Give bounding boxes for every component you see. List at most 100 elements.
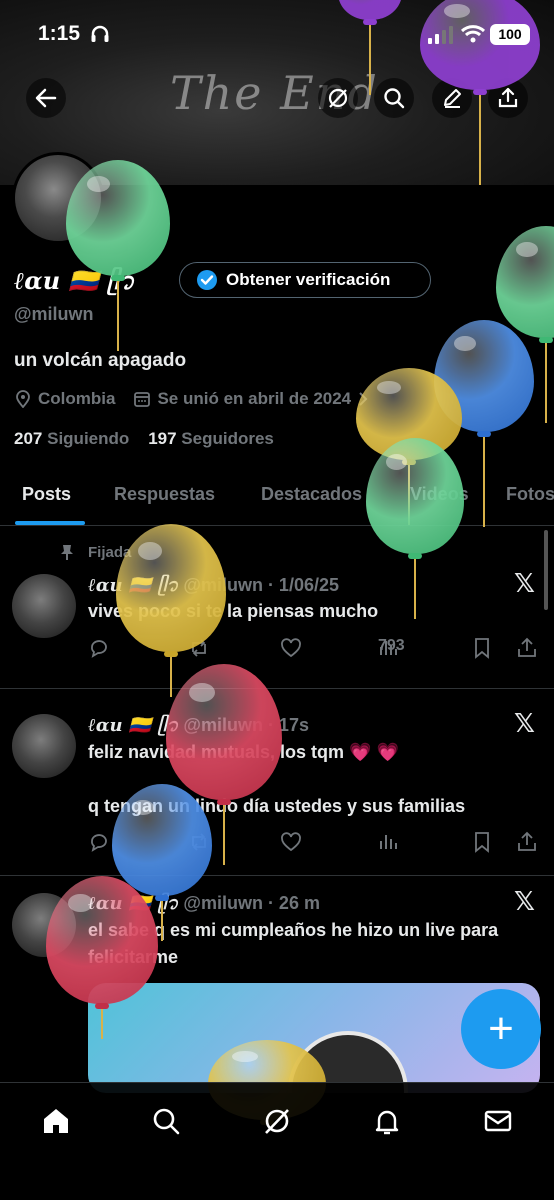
calendar-icon (134, 392, 151, 407)
search-icon (153, 1108, 180, 1135)
compose-post-button[interactable]: + (461, 989, 541, 1069)
post-avatar[interactable] (12, 893, 76, 957)
x-logo-icon[interactable]: 𝕏 (514, 709, 535, 739)
back-button[interactable] (26, 78, 66, 118)
reply-button[interactable] (88, 831, 110, 858)
tab-photos[interactable]: Fotos (506, 484, 554, 505)
share-icon (518, 637, 536, 657)
repost-button[interactable] (188, 831, 210, 858)
post-item[interactable]: ℓαu 🇨🇴 ᥫ᭡ @miluwn · 17s 𝕏 feliz navidad … (0, 689, 554, 876)
nav-messages[interactable] (478, 1101, 518, 1141)
get-verified-button[interactable]: Obtener verificación (179, 262, 431, 298)
following-label: Siguiendo (47, 429, 130, 448)
tab-replies[interactable]: Respuestas (114, 484, 215, 505)
post-author[interactable]: ℓαu 🇨🇴 ᥫ᭡ (88, 575, 178, 596)
like-button[interactable] (280, 637, 302, 664)
views-count: 793 (378, 637, 405, 654)
views-icon (380, 835, 397, 849)
post-actions (88, 831, 538, 857)
pinned-label: Fijada (88, 544, 132, 561)
location-icon (16, 390, 30, 408)
battery-indicator: 100 (490, 24, 530, 45)
status-time: 1:15 (38, 22, 81, 45)
bookmark-button[interactable] (472, 831, 492, 858)
followers-label: Seguidores (181, 429, 274, 448)
bell-icon (375, 1110, 399, 1135)
x-logo-icon[interactable]: 𝕏 (514, 569, 535, 599)
tab-posts[interactable]: Posts (22, 484, 71, 505)
post-handle-time: @miluwn · 17s (183, 715, 309, 735)
balloon (496, 226, 554, 426)
wifi-icon (460, 25, 486, 43)
post-text: el sabe q es mi cumpleaños he hizo un li… (88, 920, 499, 967)
grok-icon (265, 1109, 289, 1134)
bottom-nav (0, 1082, 554, 1200)
tab-videos[interactable]: Videos (410, 484, 469, 505)
bookmark-icon (475, 832, 489, 853)
headphones-icon (91, 25, 109, 42)
signal-icon (428, 26, 453, 44)
pencil-icon (444, 89, 461, 108)
post-actions: 793 (88, 637, 538, 663)
bookmark-icon (475, 638, 489, 659)
profile-avatar[interactable] (12, 152, 104, 244)
profile-bio: un volcán apagado (14, 350, 187, 371)
post-item[interactable]: Fijada ℓαu 🇨🇴 ᥫ᭡ @miluwn · 1/06/25 𝕏 viv… (0, 527, 554, 689)
share-button[interactable] (516, 831, 538, 858)
arrow-left-icon (35, 88, 57, 108)
search-button[interactable] (374, 78, 414, 118)
verified-badge-icon (197, 270, 217, 290)
post-handle-time: @miluwn · 1/06/25 (183, 575, 339, 595)
nav-notifications[interactable] (367, 1101, 407, 1141)
post-author[interactable]: ℓαu 🇨🇴 ᥫ᭡ (88, 715, 178, 736)
followers-count: 197 (148, 429, 177, 448)
share-button[interactable] (516, 637, 538, 664)
x-logo-icon[interactable]: 𝕏 (514, 887, 535, 917)
pin-icon (61, 545, 73, 560)
post-author[interactable]: ℓαu 🇨🇴 ᥫ᭡ (88, 893, 178, 914)
post-text: vives poco si te la piensas mucho (88, 601, 379, 621)
profile-meta: Colombia Se unió en abril de 2024 (14, 389, 369, 409)
follow-stats: 207 Siguiendo 197 Seguidores (14, 429, 274, 449)
followers-link[interactable]: 197 Seguidores (148, 429, 274, 448)
reply-icon (91, 834, 107, 852)
repost-icon (192, 833, 206, 851)
following-link[interactable]: 207 Siguiendo (14, 429, 129, 448)
reply-button[interactable] (88, 637, 110, 664)
heart-icon (281, 832, 301, 852)
following-count: 207 (14, 429, 43, 448)
status-bar: 1:15 100 (0, 0, 554, 70)
get-verified-label: Obtener verificación (226, 270, 391, 289)
nav-home[interactable] (36, 1101, 76, 1141)
profile-joined: Se unió en abril de 2024 (157, 389, 352, 408)
search-icon (384, 88, 405, 109)
share-profile-button[interactable] (488, 78, 528, 118)
profile-handle: @miluwn (14, 304, 94, 324)
home-icon (44, 1109, 68, 1133)
edit-button[interactable] (432, 78, 472, 118)
post-handle-time: @miluwn · 26 m (183, 893, 320, 913)
views-button[interactable]: 793 (378, 637, 405, 657)
profile-tabs: Posts Respuestas Destacados Videos Fotos (0, 470, 554, 526)
nav-grok[interactable] (257, 1101, 297, 1141)
tab-highlights[interactable]: Destacados (261, 484, 362, 505)
grok-icon (328, 88, 348, 108)
reply-icon (91, 640, 107, 658)
profile-name: ℓαu 🇨🇴 ᥫ᭡ (14, 266, 135, 295)
post-avatar[interactable] (12, 574, 76, 638)
active-tab-indicator (15, 521, 85, 525)
heart-icon (281, 638, 301, 658)
share-icon (498, 87, 518, 108)
profile-location: Colombia (38, 389, 116, 408)
mail-icon (484, 1110, 512, 1132)
chevron-right-icon[interactable] (357, 391, 369, 407)
bookmark-button[interactable] (472, 637, 492, 664)
grok-button[interactable] (318, 78, 358, 118)
like-button[interactable] (280, 831, 302, 858)
post-avatar[interactable] (12, 714, 76, 778)
post-text: feliz navidad mutuals, los tqm 💗 💗 q ten… (88, 742, 466, 816)
views-button[interactable] (378, 831, 398, 856)
repost-icon (192, 639, 206, 657)
repost-button[interactable] (188, 637, 210, 664)
nav-search[interactable] (146, 1101, 186, 1141)
